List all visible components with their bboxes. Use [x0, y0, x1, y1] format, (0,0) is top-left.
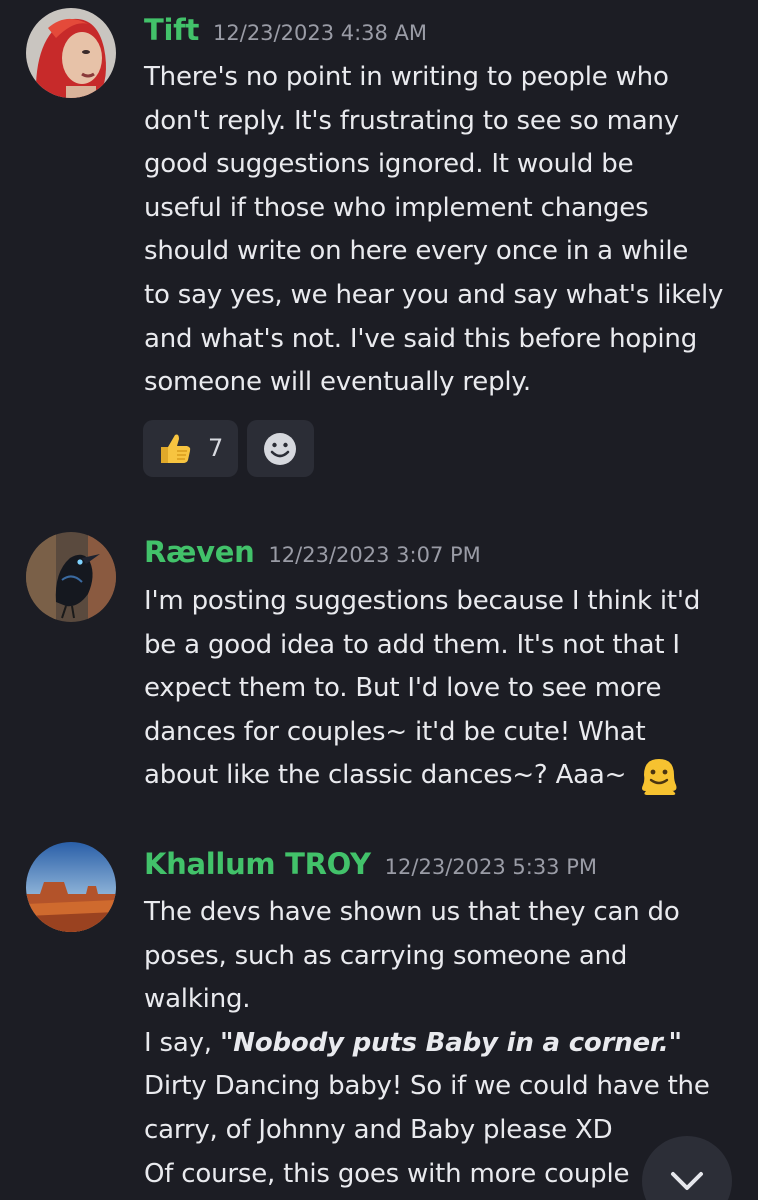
reaction-count: 7 [208, 434, 224, 462]
chevron-down-icon [671, 1172, 703, 1190]
reaction-thumbs-up[interactable]: 7 [143, 420, 238, 477]
message-line: expect them to. But I'd love to see more [144, 673, 662, 704]
avatar-raeven[interactable] [26, 532, 116, 622]
avatar-khallum-troy-image [26, 842, 116, 932]
message-line: about like the classic dances~? Aaa~ [144, 760, 627, 791]
avatar-tift[interactable] [26, 8, 116, 98]
avatar-raeven-image [26, 532, 116, 622]
message-line: carry, of Johnny and Baby please XD [144, 1114, 613, 1145]
thumbs-up-icon [161, 434, 191, 463]
message-line: useful if those who implement changes [144, 192, 649, 223]
add-reaction-smiley-icon [264, 433, 296, 465]
message-line: dances for couples~ it'd be cute! What [144, 716, 646, 747]
message-line: should write on here every once in a whi… [144, 236, 689, 267]
username[interactable]: Khallum TROY [144, 847, 371, 881]
timestamp: 12/23/2023 3:07 PM [268, 543, 481, 567]
message-line: The devs have shown us that they can do [144, 897, 680, 927]
avatar-tift-image [26, 8, 116, 98]
message-line: someone will eventually reply. [144, 367, 531, 398]
message-header: Ræven 12/23/2023 3:07 PM [144, 535, 481, 569]
timestamp: 12/23/2023 4:38 AM [213, 21, 428, 45]
message-line: Dirty Dancing baby! So if we could have … [144, 1071, 710, 1102]
message-header: Tift 12/23/2023 4:38 AM [144, 13, 427, 47]
message-line: don't reply. It's frustrating to see so … [144, 105, 679, 136]
message-line-with-quote: I say, "Nobody puts Baby in a corner." [144, 1022, 744, 1066]
message-body: There's no point in writing to people wh… [144, 56, 744, 405]
message-line: and what's not. I've said this before ho… [144, 323, 697, 354]
message-line: walking. [144, 984, 251, 1015]
username[interactable]: Ræven [144, 535, 255, 569]
quote-text: "Nobody puts Baby in a corner." [219, 1027, 682, 1058]
message-line: poses, such as carrying someone and [144, 940, 628, 971]
message-header: Khallum TROY 12/23/2023 5:33 PM [144, 847, 597, 881]
add-reaction-button[interactable] [247, 420, 314, 477]
message-line: There's no point in writing to people wh… [144, 62, 669, 92]
message-line: I say, [144, 1027, 220, 1058]
message-line: I'm posting suggestions because I think … [144, 586, 701, 616]
avatar-khallum-troy[interactable] [26, 842, 116, 932]
message-line-with-emoji: about like the classic dances~? Aaa~ [144, 754, 744, 798]
message-line: to say yes, we hear you and say what's l… [144, 279, 724, 310]
melting-face-icon [642, 758, 677, 795]
timestamp: 12/23/2023 5:33 PM [384, 855, 597, 879]
message-line: good suggestions ignored. It would be [144, 149, 634, 180]
message-body: I'm posting suggestions because I think … [144, 580, 744, 798]
username[interactable]: Tift [144, 13, 199, 47]
message-line: be a good idea to add them. It's not tha… [144, 629, 680, 660]
